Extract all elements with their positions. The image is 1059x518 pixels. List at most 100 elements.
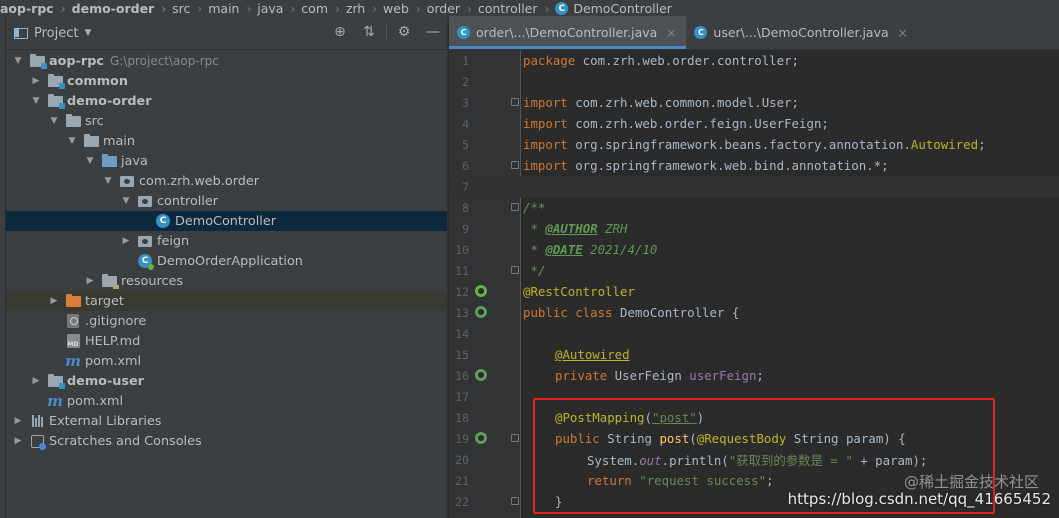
toolbar-divider xyxy=(386,24,387,40)
comment-token: ZRH xyxy=(597,221,628,236)
code-area[interactable]: 1 package com.zrh.web.order.controller; 2… xyxy=(449,50,1059,518)
tree-item[interactable]: ▶ feign xyxy=(6,231,447,251)
tree-item[interactable]: ▶ demo-user xyxy=(6,371,447,391)
chevron-right-icon[interactable]: ▶ xyxy=(84,276,96,286)
code-line: 2 xyxy=(449,71,1059,92)
autowired-dependency-icon[interactable] xyxy=(475,369,487,381)
spring-mapping-icon[interactable] xyxy=(475,306,487,318)
breadcrumb-label: aop-rpc xyxy=(0,1,54,16)
chevron-right-icon[interactable]: ▶ xyxy=(30,376,42,386)
project-tree: ▼ aop-rpc G:\project\aop-rpc ▶ common ▼ … xyxy=(6,51,447,451)
breadcrumb-item[interactable]: aop-rpc › xyxy=(0,1,72,16)
spring-bean-icon[interactable] xyxy=(475,285,487,297)
caret-down-icon[interactable]: ▼ xyxy=(84,28,91,38)
tree-item[interactable]: ▶ External Libraries xyxy=(6,411,447,431)
class-icon: C xyxy=(457,26,470,39)
close-icon[interactable]: × xyxy=(898,26,908,40)
editor-tab[interactable]: C user\...\DemoController.java × xyxy=(686,16,917,49)
breadcrumb-item[interactable]: java › xyxy=(257,1,301,16)
breadcrumb-label: java xyxy=(257,1,284,16)
tree-item[interactable]: ▶ MD HELP.md xyxy=(6,331,447,351)
breadcrumb-item[interactable]: main › xyxy=(208,1,257,16)
fold-icon[interactable] xyxy=(511,434,519,442)
project-panel-header: Project ▼ ⊕ ⇅ ⚙ — xyxy=(6,17,447,50)
chevron-down-icon[interactable]: ▼ xyxy=(84,156,96,166)
tree-item-label: HELP.md xyxy=(85,333,141,349)
annotation-token: @RestController xyxy=(523,284,635,299)
chevron-right-icon[interactable]: ▶ xyxy=(120,236,132,246)
tree-item[interactable]: ▼ demo-order xyxy=(6,91,447,111)
chevron-right-icon: › xyxy=(161,1,167,16)
chevron-right-icon[interactable]: ▶ xyxy=(12,416,24,426)
tree-item-label: External Libraries xyxy=(49,413,162,429)
tree-item[interactable]: ▶ target xyxy=(6,291,447,311)
breadcrumb-item[interactable]: order › xyxy=(427,1,478,16)
editor-tab-active[interactable]: C order\...\DemoController.java × xyxy=(449,16,687,49)
fold-icon[interactable] xyxy=(511,497,519,505)
breadcrumb-item[interactable]: com › xyxy=(301,1,346,16)
code-line: 4 import com.zrh.web.order.feign.UserFeig… xyxy=(449,113,1059,134)
code-line: 15 @Autowired xyxy=(449,344,1059,365)
line-number: 19 xyxy=(455,431,469,446)
tree-item-label: DemoOrderApplication xyxy=(157,253,303,269)
project-view-selector[interactable]: Project xyxy=(34,26,78,41)
collapse-all-icon[interactable]: ⇅ xyxy=(361,24,377,40)
tree-item-label: java xyxy=(121,153,148,169)
chevron-down-icon[interactable]: ▼ xyxy=(48,116,60,126)
tree-item[interactable]: ▶ m pom.xml xyxy=(6,391,447,411)
tree-item[interactable]: ▶ C DemoOrderApplication xyxy=(6,251,447,271)
tree-item-label: com.zrh.web.order xyxy=(139,173,259,189)
hide-icon[interactable]: — xyxy=(425,24,441,40)
tree-item[interactable]: ▶ m pom.xml xyxy=(6,351,447,371)
breadcrumb-item[interactable]: web › xyxy=(383,1,427,16)
tree-item[interactable]: ▼ aop-rpc G:\project\aop-rpc xyxy=(6,51,447,71)
tree-item-label: DemoController xyxy=(175,213,276,229)
chevron-down-icon[interactable]: ▼ xyxy=(120,196,132,206)
gear-icon[interactable]: ⚙ xyxy=(396,24,412,40)
chevron-down-icon[interactable]: ▼ xyxy=(66,136,78,146)
breadcrumb-item[interactable]: zrh › xyxy=(346,1,383,16)
project-panel: Project ▼ ⊕ ⇅ ⚙ — ▼ aop-rpc G:\project\a… xyxy=(6,17,448,518)
tree-item[interactable]: ▼ src xyxy=(6,111,447,131)
breadcrumb-item[interactable]: controller › xyxy=(478,1,555,16)
chevron-right-icon[interactable]: ▶ xyxy=(48,296,60,306)
spring-mapping-icon[interactable] xyxy=(475,432,487,444)
tree-item[interactable]: ▼ com.zrh.web.order xyxy=(6,171,447,191)
fold-icon[interactable] xyxy=(511,203,519,211)
tree-item[interactable]: ▶ resources xyxy=(6,271,447,291)
tree-item[interactable]: ▼ java xyxy=(6,151,447,171)
markdown-file-icon: MD xyxy=(65,334,81,348)
keyword: package xyxy=(523,53,576,68)
chevron-right-icon[interactable]: ▶ xyxy=(30,76,42,86)
breadcrumb-item[interactable]: demo-order › xyxy=(72,1,173,16)
tree-item-selected[interactable]: ▶ C DemoController xyxy=(6,211,447,231)
close-icon[interactable]: × xyxy=(666,26,676,40)
code-line: 10 * @DATE 2021/4/10 xyxy=(449,239,1059,260)
breadcrumb-label: web xyxy=(383,1,409,16)
fold-icon[interactable] xyxy=(511,98,519,106)
folder-icon xyxy=(83,133,99,148)
code-text: public class DemoController { xyxy=(523,305,739,320)
tree-item[interactable]: ▶ common xyxy=(6,71,447,91)
breadcrumb-item[interactable]: src › xyxy=(172,1,208,16)
locate-icon[interactable]: ⊕ xyxy=(332,24,348,40)
chevron-right-icon: › xyxy=(246,1,252,16)
fold-icon[interactable] xyxy=(511,161,519,169)
chevron-down-icon[interactable]: ▼ xyxy=(30,96,42,106)
chevron-down-icon[interactable]: ▼ xyxy=(12,56,24,66)
code-token: ; xyxy=(756,368,764,383)
tree-item[interactable]: ▼ controller xyxy=(6,191,447,211)
fold-icon[interactable] xyxy=(511,266,519,274)
code-line: 16 private UserFeign userFeign; xyxy=(449,365,1059,386)
tree-item[interactable]: ▼ main xyxy=(6,131,447,151)
tree-item[interactable]: ▶ .gitignore xyxy=(6,311,447,331)
breadcrumb-label: src xyxy=(172,1,191,16)
editor-tabs: C order\...\DemoController.java × C user… xyxy=(449,16,1059,50)
tree-item-label: common xyxy=(67,73,128,89)
code-token: com.zrh.web.order.controller; xyxy=(575,53,800,68)
chevron-down-icon[interactable]: ▼ xyxy=(102,176,114,186)
chevron-right-icon[interactable]: ▶ xyxy=(12,436,24,446)
breadcrumb-item[interactable]: C DemoController xyxy=(555,1,672,16)
chevron-right-icon: › xyxy=(197,1,203,16)
tree-item[interactable]: ▶ Scratches and Consoles xyxy=(6,431,447,451)
